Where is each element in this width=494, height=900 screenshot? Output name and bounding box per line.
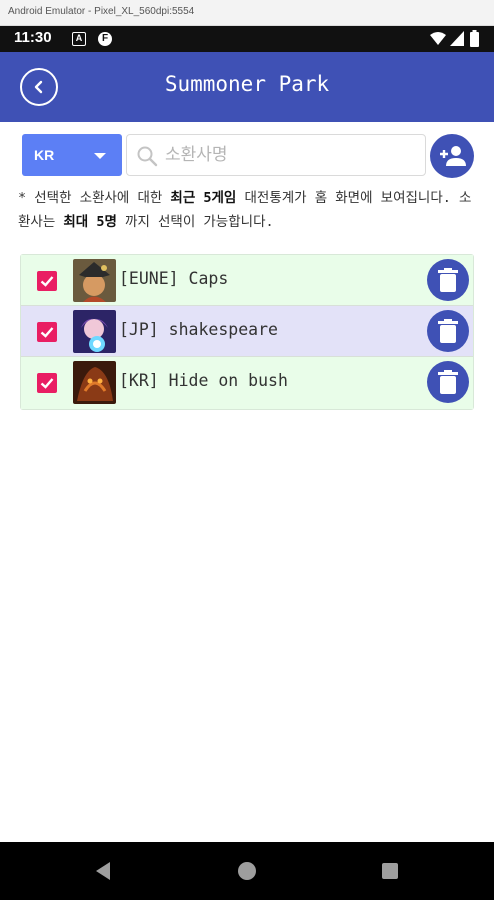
app-bar: Summoner Park: [0, 52, 494, 122]
wifi-icon: [430, 32, 446, 45]
notification-a-icon: A: [72, 32, 86, 46]
nav-back-icon[interactable]: [96, 862, 110, 880]
delete-summoner-button[interactable]: [427, 361, 469, 403]
notice-bold-max: 최대 5명: [63, 214, 117, 230]
search-icon: [137, 146, 158, 167]
region-value: KR: [34, 147, 55, 163]
avatar: [73, 361, 116, 404]
delete-summoner-button[interactable]: [427, 259, 469, 301]
summoner-list: [EUNE] Caps [JP] shakespeare [KR] Hide o…: [20, 254, 474, 410]
battery-icon: [470, 30, 479, 47]
dropdown-caret-icon: [94, 153, 106, 159]
check-icon: [40, 276, 54, 287]
notice-prefix: * 선택한 소환사에 대한: [18, 190, 171, 206]
status-bar: 11:30 A F: [0, 26, 494, 52]
status-time: 11:30: [14, 29, 52, 46]
summoner-checkbox[interactable]: [37, 322, 57, 342]
delete-summoner-button[interactable]: [427, 310, 469, 352]
check-icon: [40, 327, 54, 338]
summoner-checkbox[interactable]: [37, 271, 57, 291]
summoner-name: [KR] Hide on bush: [119, 371, 288, 390]
signal-icon: [450, 31, 464, 46]
avatar: [73, 259, 116, 302]
summoner-row[interactable]: [KR] Hide on bush: [21, 357, 473, 409]
add-summoner-button[interactable]: [430, 134, 474, 178]
check-icon: [40, 378, 54, 389]
avatar: [73, 310, 116, 353]
nav-recents-icon[interactable]: [382, 863, 398, 879]
notification-f-icon: F: [98, 32, 112, 46]
emulator-title: Android Emulator - Pixel_XL_560dpi:5554: [8, 6, 195, 17]
selection-notice: * 선택한 소환사에 대한 최근 5게임 대전통계가 홈 화면에 보여집니다. …: [18, 186, 474, 234]
notice-suffix: 까지 선택이 가능합니다.: [116, 214, 274, 230]
system-nav-bar: [0, 842, 494, 900]
summoner-name: [EUNE] Caps: [119, 269, 229, 288]
notice-bold-recent: 최근 5게임: [170, 190, 237, 206]
trash-icon: [438, 268, 458, 292]
summoner-name: [JP] shakespeare: [119, 320, 278, 339]
search-box[interactable]: [126, 134, 426, 176]
region-select[interactable]: KR: [22, 134, 122, 176]
trash-icon: [438, 370, 458, 394]
emulator-title-bar: Android Emulator - Pixel_XL_560dpi:5554: [0, 0, 494, 26]
summoner-row[interactable]: [EUNE] Caps: [21, 255, 473, 306]
summoner-checkbox[interactable]: [37, 373, 57, 393]
summoner-name-input[interactable]: [165, 141, 415, 169]
trash-icon: [438, 319, 458, 343]
add-person-icon: [440, 146, 466, 166]
summoner-row[interactable]: [JP] shakespeare: [21, 306, 473, 357]
nav-home-icon[interactable]: [238, 862, 256, 880]
page-title: Summoner Park: [164, 72, 330, 96]
